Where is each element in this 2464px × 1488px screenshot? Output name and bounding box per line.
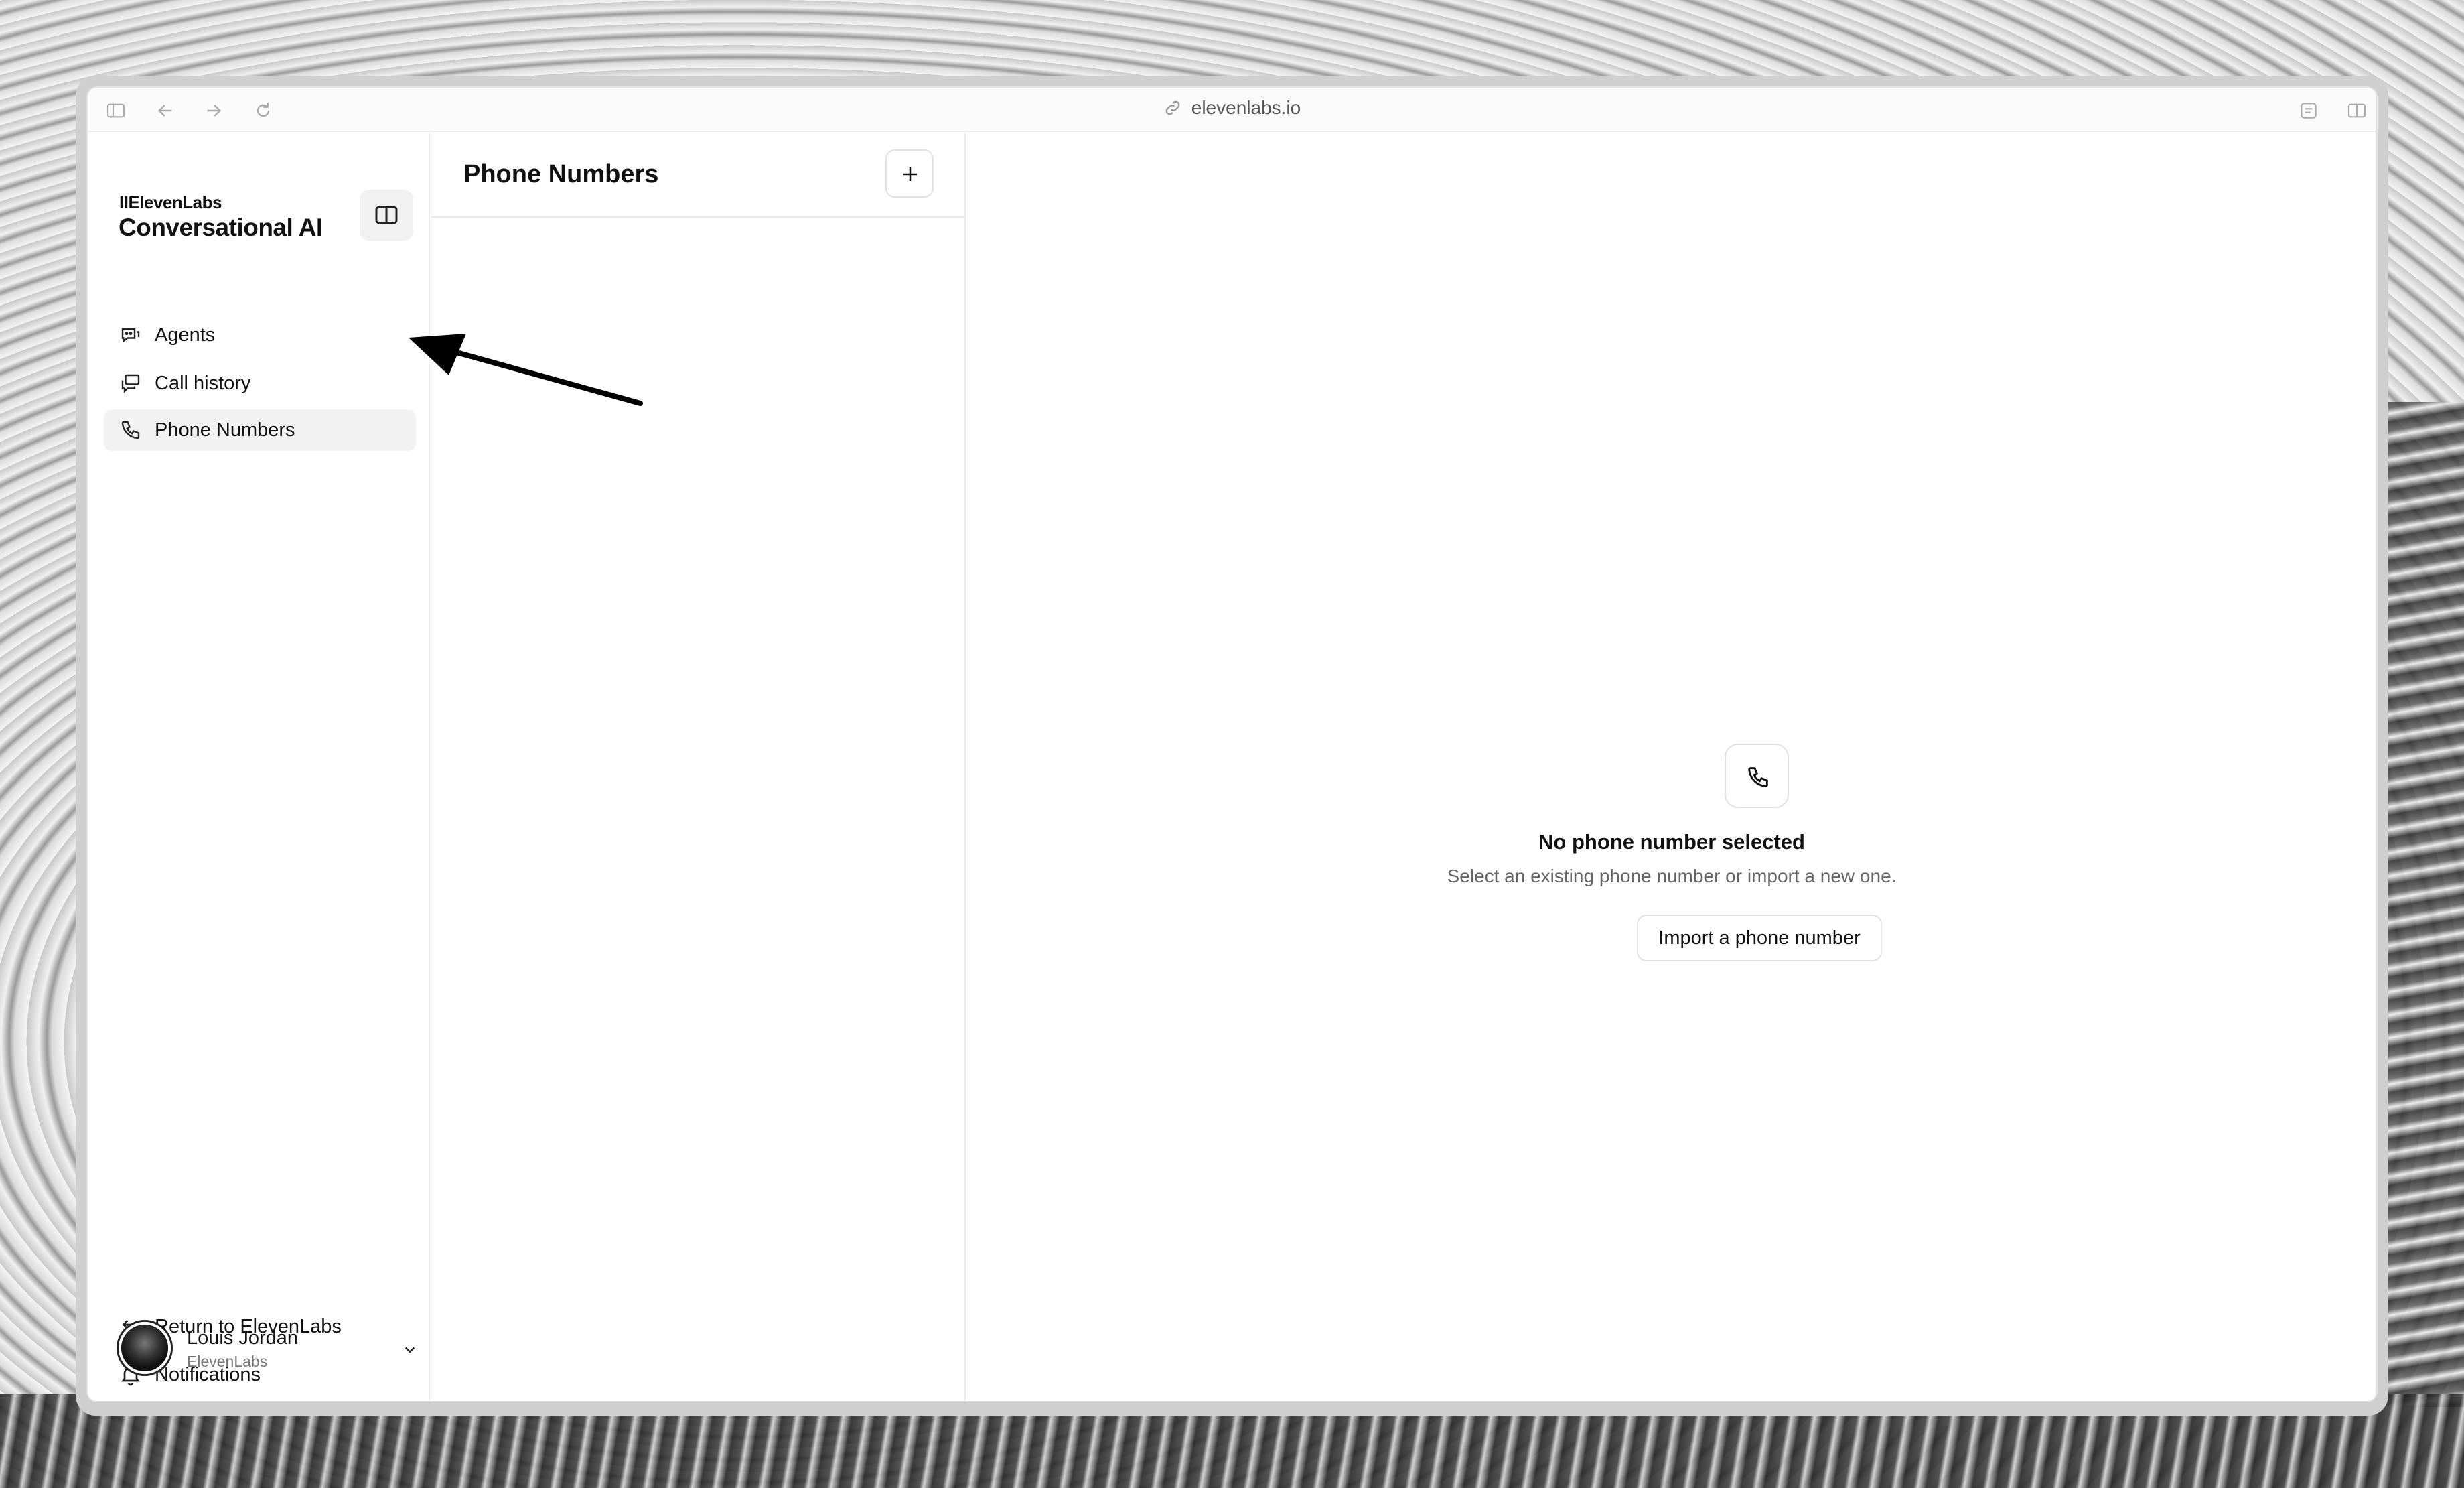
import-phone-number-button[interactable]: Import a phone number bbox=[1637, 915, 1882, 961]
app-title: Conversational AI bbox=[119, 214, 323, 241]
sidebar-item-label: Call history bbox=[155, 372, 251, 394]
sidebar-item-label: Phone Numbers bbox=[155, 419, 295, 441]
detail-pane: No phone number selected Select an exist… bbox=[967, 133, 2376, 1401]
url-text: elevenlabs.io bbox=[1191, 97, 1301, 118]
user-menu[interactable]: Louis Jordan ElevenLabs bbox=[119, 1322, 415, 1382]
chat-bubbles-icon bbox=[119, 371, 143, 395]
sidebar-item-phone-numbers[interactable]: Phone Numbers bbox=[104, 409, 416, 451]
brand-logo: IIElevenLabs bbox=[119, 192, 222, 212]
split-view-icon[interactable] bbox=[2346, 100, 2368, 121]
agent-chat-icon bbox=[119, 323, 143, 347]
browser-toolbar: elevenlabs.io bbox=[88, 88, 2376, 132]
empty-state-description: Select an existing phone number or impor… bbox=[1447, 866, 1897, 886]
list-header: Phone Numbers bbox=[431, 133, 964, 218]
chevron-down-icon bbox=[400, 1339, 420, 1359]
sidebar-item-agents[interactable]: Agents bbox=[104, 314, 416, 356]
user-organization: ElevenLabs bbox=[187, 1353, 268, 1370]
sidebar-item-label: Agents bbox=[155, 324, 216, 346]
page-title: Phone Numbers bbox=[463, 160, 659, 188]
collapse-sidebar-button[interactable] bbox=[360, 190, 413, 241]
link-icon bbox=[1163, 98, 1182, 117]
phone-icon bbox=[1725, 744, 1789, 808]
phone-icon bbox=[119, 418, 143, 442]
add-phone-number-button[interactable] bbox=[885, 149, 934, 198]
sidebar-item-call-history[interactable]: Call history bbox=[104, 362, 416, 404]
browser-window: elevenlabs.io IIElevenLabs Conversationa… bbox=[88, 88, 2376, 1401]
phone-numbers-list-panel: Phone Numbers bbox=[431, 133, 966, 1401]
user-name: Louis Jordan bbox=[187, 1327, 299, 1349]
address-bar[interactable]: elevenlabs.io bbox=[88, 97, 2376, 119]
avatar bbox=[119, 1322, 171, 1374]
empty-state-title: No phone number selected bbox=[1538, 830, 1805, 854]
reader-icon[interactable] bbox=[2298, 100, 2319, 121]
annotation-arrow-icon bbox=[409, 334, 643, 406]
